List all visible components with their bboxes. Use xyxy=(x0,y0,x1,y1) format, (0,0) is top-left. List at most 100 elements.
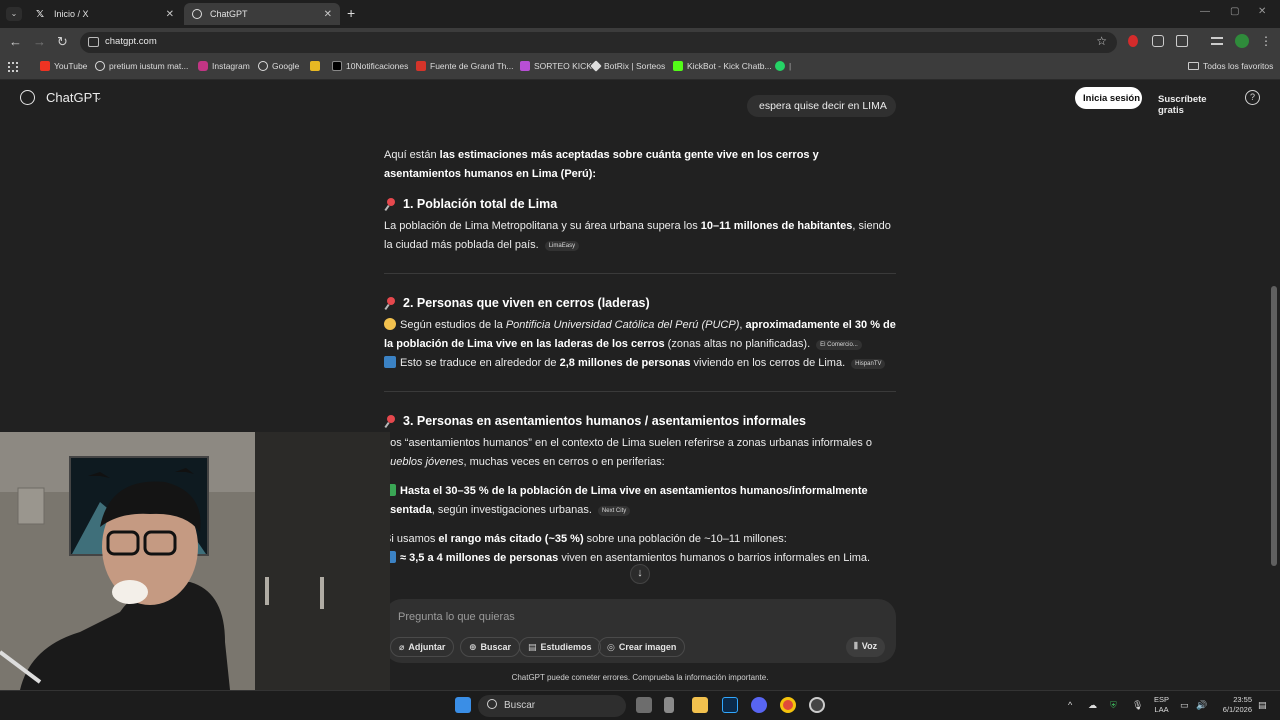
google-icon xyxy=(258,61,268,71)
study-button[interactable]: ▤ Estudiemos xyxy=(519,637,601,657)
microphone-icon[interactable]: 🎙 xyxy=(1132,700,1143,711)
text: Esto se traduce en alrededor de xyxy=(400,357,560,369)
network-icon[interactable]: ▭ xyxy=(1180,700,1189,711)
book-icon: ▤ xyxy=(528,642,537,652)
scrollbar-thumb[interactable] xyxy=(1271,286,1277,566)
date: 6/1/2026 xyxy=(1222,705,1252,714)
heading-text: 3. Personas en asentamientos humanos / a… xyxy=(403,414,806,428)
citation-chip[interactable]: HispanTV xyxy=(851,359,886,369)
bookmark-botrix[interactable]: BotRix | Sorteos xyxy=(590,60,666,72)
chevron-up-icon[interactable]: ^ xyxy=(1068,700,1072,710)
bookmark-sparkle[interactable] xyxy=(310,61,324,71)
login-button[interactable]: Inicia sesión xyxy=(1075,87,1142,109)
section-heading-3: 3. Personas en asentamientos humanos / a… xyxy=(384,412,806,431)
youtube-icon xyxy=(40,61,50,71)
tab-chatgpt[interactable]: ChatGPT ✕ xyxy=(184,3,340,25)
help-icon[interactable]: ? xyxy=(1245,90,1260,105)
media-controls-icon[interactable] xyxy=(1211,37,1223,45)
app-icon[interactable] xyxy=(664,697,674,713)
bookmark-instagram[interactable]: Instagram xyxy=(198,61,250,71)
discord-icon[interactable] xyxy=(751,697,767,713)
back-arrow-icon[interactable]: ← xyxy=(9,34,22,49)
bookmark-label: Fuente de Grand Th... xyxy=(430,61,514,71)
close-tab-icon[interactable]: ✕ xyxy=(324,9,332,20)
bookmark-google[interactable]: Google xyxy=(258,61,299,71)
bookmark-kickbot[interactable]: KickBot - Kick Chatb... xyxy=(673,61,772,71)
model-selector[interactable]: ChatGPT xyxy=(46,90,100,105)
citation-chip[interactable]: Next City xyxy=(597,506,631,516)
extensions-puzzle-icon[interactable] xyxy=(1176,35,1188,47)
x-logo-icon xyxy=(332,61,342,71)
all-bookmarks-folder[interactable]: Todos los favoritos xyxy=(1188,61,1273,71)
heading-text: 2. Personas que viven en cerros (laderas… xyxy=(403,296,650,310)
maximize-icon[interactable]: ▢ xyxy=(1230,6,1239,17)
tab-inicio-x[interactable]: 𝕏 Inicio / X ✕ xyxy=(26,3,182,25)
address-bar[interactable]: chatgpt.com ☆ xyxy=(80,32,1117,53)
bookmark-sorteo-kick[interactable]: SORTEO KICK xyxy=(520,61,592,71)
text-bold: el rango más citado (~35 %) xyxy=(438,533,584,545)
bookmark-label: SORTEO KICK xyxy=(534,61,592,71)
tab-search-chevron-icon[interactable]: ⌄ xyxy=(6,7,22,21)
photoshop-icon[interactable] xyxy=(722,697,738,713)
apps-grid-icon[interactable] xyxy=(8,62,18,72)
bookmark-fuente-gta[interactable]: Fuente de Grand Th... xyxy=(416,61,513,71)
close-tab-icon[interactable]: ✕ xyxy=(166,9,174,20)
taskbar-search[interactable]: Buscar xyxy=(478,695,626,717)
site-info-icon[interactable] xyxy=(88,37,99,47)
tab-label: ChatGPT xyxy=(210,9,248,19)
chrome-icon[interactable] xyxy=(780,697,796,713)
obs-icon[interactable] xyxy=(809,697,825,713)
bookmark-label: Todos los favoritos xyxy=(1203,61,1274,71)
prompt-input[interactable]: Pregunta lo que quieras xyxy=(398,611,515,623)
instagram-icon xyxy=(198,61,208,71)
file-explorer-icon[interactable] xyxy=(692,697,708,713)
forward-arrow-icon[interactable]: → xyxy=(33,34,46,49)
profile-avatar[interactable] xyxy=(1235,34,1249,48)
input-language[interactable]: ESP LAA xyxy=(1154,695,1169,715)
citation-chip[interactable]: LimaEasy xyxy=(544,241,580,251)
citation-chip[interactable]: El Comercio... xyxy=(816,340,862,350)
minimize-icon[interactable]: — xyxy=(1200,6,1210,17)
bookmark-label: BotRix | Sorteos xyxy=(604,61,666,71)
chevron-down-icon[interactable]: ⌄ xyxy=(95,92,103,103)
windows-start-icon[interactable] xyxy=(455,697,471,713)
attach-button[interactable]: ⌀ Adjuntar xyxy=(390,637,455,657)
bookmark-whatsapp[interactable]: | xyxy=(775,61,791,71)
section-heading-1: 1. Población total de Lima xyxy=(384,195,557,214)
text-italic: pueblos jóvenes xyxy=(384,456,464,468)
bookmarks-bar: YouTube pretium iustum mat... Instagram … xyxy=(0,56,1280,80)
scroll-down-arrow-icon[interactable]: ↓ xyxy=(630,564,650,584)
create-image-button[interactable]: ◎ Crear imagen xyxy=(598,637,686,657)
bookmark-pretium[interactable]: pretium iustum mat... xyxy=(95,61,188,71)
bookmark-10notificaciones[interactable]: 10Notificaciones xyxy=(332,61,408,71)
paperclip-icon: ⌀ xyxy=(399,642,405,652)
search-button[interactable]: ⊕ Buscar xyxy=(460,637,521,657)
reload-icon[interactable]: ↻ xyxy=(57,34,68,50)
voice-button[interactable]: ⫴ Voz xyxy=(846,637,886,657)
bookmark-label: Instagram xyxy=(212,61,250,71)
bookmark-star-icon[interactable]: ☆ xyxy=(1096,34,1107,48)
new-tab-icon[interactable]: + xyxy=(347,5,355,21)
section-3-range: Si usamos el rango más citado (~35 %) so… xyxy=(384,530,896,549)
pushpin-icon xyxy=(384,297,397,310)
close-window-icon[interactable]: ✕ xyxy=(1258,6,1266,17)
clock[interactable]: 23:55 6/1/2026 xyxy=(1216,695,1252,715)
extension-icon[interactable] xyxy=(1128,35,1138,47)
bookmark-youtube[interactable]: YouTube xyxy=(40,61,87,71)
security-shield-icon[interactable]: ⛨ xyxy=(1110,700,1117,711)
chatgpt-header: ChatGPT ⌄ espera quise decir en LIMA Ini… xyxy=(0,80,1280,118)
page-scrollbar[interactable] xyxy=(1268,80,1280,690)
notifications-icon[interactable]: ▤ xyxy=(1258,700,1267,711)
more-menu-icon[interactable]: ⋮ xyxy=(1260,34,1272,48)
globe-icon: ⊕ xyxy=(469,642,477,652)
pointing-hand-icon xyxy=(384,318,396,330)
volume-icon[interactable]: 🔊 xyxy=(1196,700,1207,711)
signup-button[interactable]: Suscríbete gratis xyxy=(1150,87,1235,116)
text: La población de Lima Metropolitana y su … xyxy=(384,220,701,232)
text-italic: Pontificia Universidad Católica del Perú… xyxy=(505,319,740,331)
disclaimer-text: ChatGPT puede cometer errores. Comprueba… xyxy=(511,673,769,682)
x-logo-icon: 𝕏 xyxy=(35,8,45,20)
extension-icon[interactable] xyxy=(1152,35,1164,47)
cloud-icon[interactable]: ☁ xyxy=(1088,700,1097,711)
task-view-icon[interactable] xyxy=(636,697,652,713)
